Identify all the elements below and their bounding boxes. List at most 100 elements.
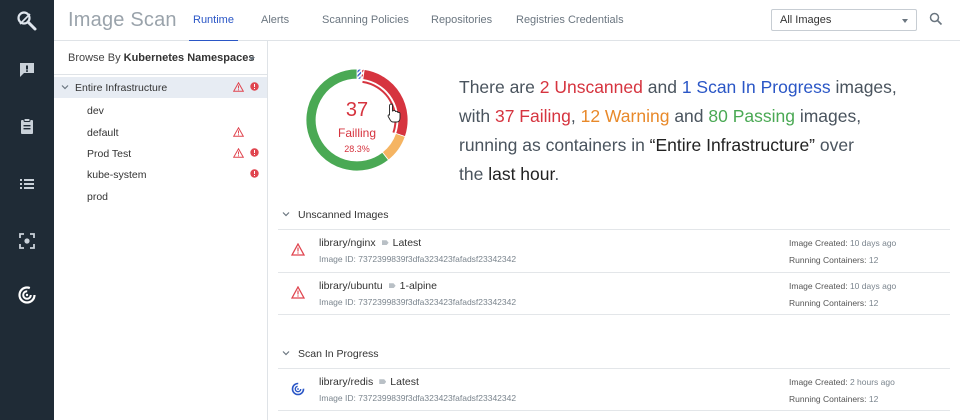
tree-item-entire-infrastructure[interactable]: Entire Infrastructure: [54, 77, 267, 98]
image-tag: 1-alpine: [399, 280, 437, 292]
image-card[interactable]: library/redis Latest Image ID: 7372399839…: [278, 368, 950, 411]
image-name[interactable]: library/redis: [319, 376, 373, 388]
image-filter-select[interactable]: All Images: [771, 9, 917, 31]
error-icon: [250, 169, 259, 178]
unscanned-count-link[interactable]: 2 Unscanned: [540, 77, 643, 97]
tree-item-label: dev: [87, 105, 104, 117]
warning-icon: [291, 243, 305, 256]
failing-label: Failling: [337, 126, 376, 140]
section-title: Unscanned Images: [298, 209, 389, 221]
failing-count: 37: [345, 99, 369, 121]
chevron-down-icon: [282, 212, 290, 217]
tab-scanning-policies[interactable]: Scanning Policies: [322, 0, 409, 41]
image-created: 2 hours ago: [849, 377, 895, 387]
warning-icon: [233, 82, 244, 92]
scan-icon[interactable]: [0, 277, 54, 313]
summary-fragment: .: [554, 164, 560, 184]
image-created: 10 days ago: [849, 281, 897, 291]
tab-registries-credentials[interactable]: Registries Credentials: [516, 0, 624, 41]
running-containers-label: Running Containers:: [789, 255, 869, 265]
summary-fragment: images,: [794, 106, 862, 126]
summary-fragment: running as containers in: [459, 135, 650, 155]
tree-item-kube-system[interactable]: kube-system: [54, 164, 267, 185]
tag-icon: [388, 283, 396, 289]
error-icon: [250, 148, 259, 157]
error-icon: [250, 82, 259, 91]
tab-repositories[interactable]: Repositories: [431, 0, 492, 41]
logo-icon[interactable]: [0, 3, 54, 39]
summary-fragment: and: [642, 77, 682, 97]
tree-item-dev[interactable]: dev: [54, 100, 267, 121]
tree-item-prod[interactable]: prod: [54, 186, 267, 207]
in-progress-count-link[interactable]: 1 Scan In Progress: [682, 77, 831, 97]
divider: [54, 74, 267, 75]
image-created: 10 days ago: [849, 238, 897, 248]
image-id-label: Image ID:: [319, 393, 359, 403]
tag-icon: [381, 240, 389, 246]
warning-icon: [291, 286, 305, 299]
tree-item-label: Prod Test: [87, 148, 132, 160]
image-id: 7372399839f3dfa323423fafadsf23342342: [358, 254, 517, 264]
image-tag: Latest: [392, 237, 422, 249]
image-name[interactable]: library/nginx: [319, 237, 376, 249]
image-created-label: Image Created:: [789, 377, 850, 387]
warning-count-link[interactable]: 12 Warning: [581, 106, 670, 126]
image-created-label: Image Created:: [789, 281, 850, 291]
summary-fragment: images,: [830, 77, 897, 97]
summary-fragment: over: [815, 135, 854, 155]
image-id: 7372399839f3dfa323423fafadsf23342342: [358, 297, 517, 307]
list-icon[interactable]: [0, 166, 54, 202]
image-card[interactable]: library/ubuntu 1-alpine Image ID: 7372399…: [278, 272, 950, 315]
running-containers-label: Running Containers:: [789, 298, 869, 308]
namespace-sidebar: Browse By Kubernetes Namespaces Entire I…: [54, 41, 268, 420]
passing-count-link[interactable]: 80 Passing: [708, 106, 795, 126]
image-name[interactable]: library/ubuntu: [319, 280, 383, 292]
running-containers: 12: [868, 255, 879, 265]
left-rail: [0, 0, 54, 420]
scope-value: “Entire Infrastructure”: [649, 135, 815, 155]
summary-fragment: ,: [570, 106, 581, 126]
section-title: Scan In Progress: [298, 348, 379, 360]
top-header: Image Scan Runtime Alerts Scanning Polic…: [54, 0, 960, 42]
app-title: Image Scan: [68, 9, 177, 31]
browse-by-selector[interactable]: Browse By Kubernetes Namespaces: [68, 52, 254, 64]
summary-fragment: with: [459, 106, 495, 126]
chevron-down-icon[interactable]: [249, 57, 255, 61]
chevron-down-icon: [282, 351, 290, 356]
search-icon[interactable]: [929, 12, 943, 31]
clipboard-icon[interactable]: [0, 108, 54, 144]
tab-runtime[interactable]: Runtime: [189, 0, 238, 42]
time-period-value[interactable]: last hour: [488, 164, 554, 184]
image-id: 7372399839f3dfa323423fafadsf23342342: [358, 393, 517, 403]
failing-count-link[interactable]: 37 Failing: [495, 106, 571, 126]
chevron-down-icon: [902, 19, 908, 23]
capture-icon[interactable]: [0, 223, 54, 259]
warning-icon: [233, 148, 244, 158]
tree-item-label: Entire Infrastructure: [75, 82, 168, 94]
running-containers: 12: [868, 298, 879, 308]
image-id-label: Image ID:: [319, 297, 359, 307]
main-content: 37 Failling 28.3% There are 2 Unscanned …: [268, 41, 960, 420]
tree-item-default[interactable]: default: [54, 122, 267, 143]
section-header-unscanned[interactable]: Unscanned Images: [282, 209, 388, 221]
summary-text: There are 2 Unscanned and 1 Scan In Prog…: [459, 73, 919, 189]
summary-fragment: There are: [459, 77, 540, 97]
tree-item-prod-test[interactable]: Prod Test: [54, 143, 267, 164]
summary-fragment: and: [669, 106, 709, 126]
tag-icon: [379, 379, 387, 385]
section-header-in-progress[interactable]: Scan In Progress: [282, 348, 379, 360]
image-card[interactable]: library/nginx Latest Image ID: 7372399839…: [278, 229, 950, 272]
summary-fragment: the: [459, 164, 489, 184]
chevron-down-icon[interactable]: [61, 83, 69, 91]
tree-item-label: prod: [87, 191, 109, 203]
browse-prefix: Browse By: [68, 52, 121, 64]
tree-item-label: kube-system: [87, 169, 147, 181]
image-tag: Latest: [390, 376, 419, 388]
failing-percent: 28.3%: [344, 144, 370, 154]
image-id-label: Image ID:: [319, 254, 359, 264]
comment-icon[interactable]: [0, 52, 54, 88]
tree-item-label: default: [87, 127, 119, 139]
tab-alerts[interactable]: Alerts: [261, 0, 289, 41]
running-containers: 12: [868, 394, 879, 404]
browse-value: Kubernetes Namespaces: [123, 52, 255, 64]
